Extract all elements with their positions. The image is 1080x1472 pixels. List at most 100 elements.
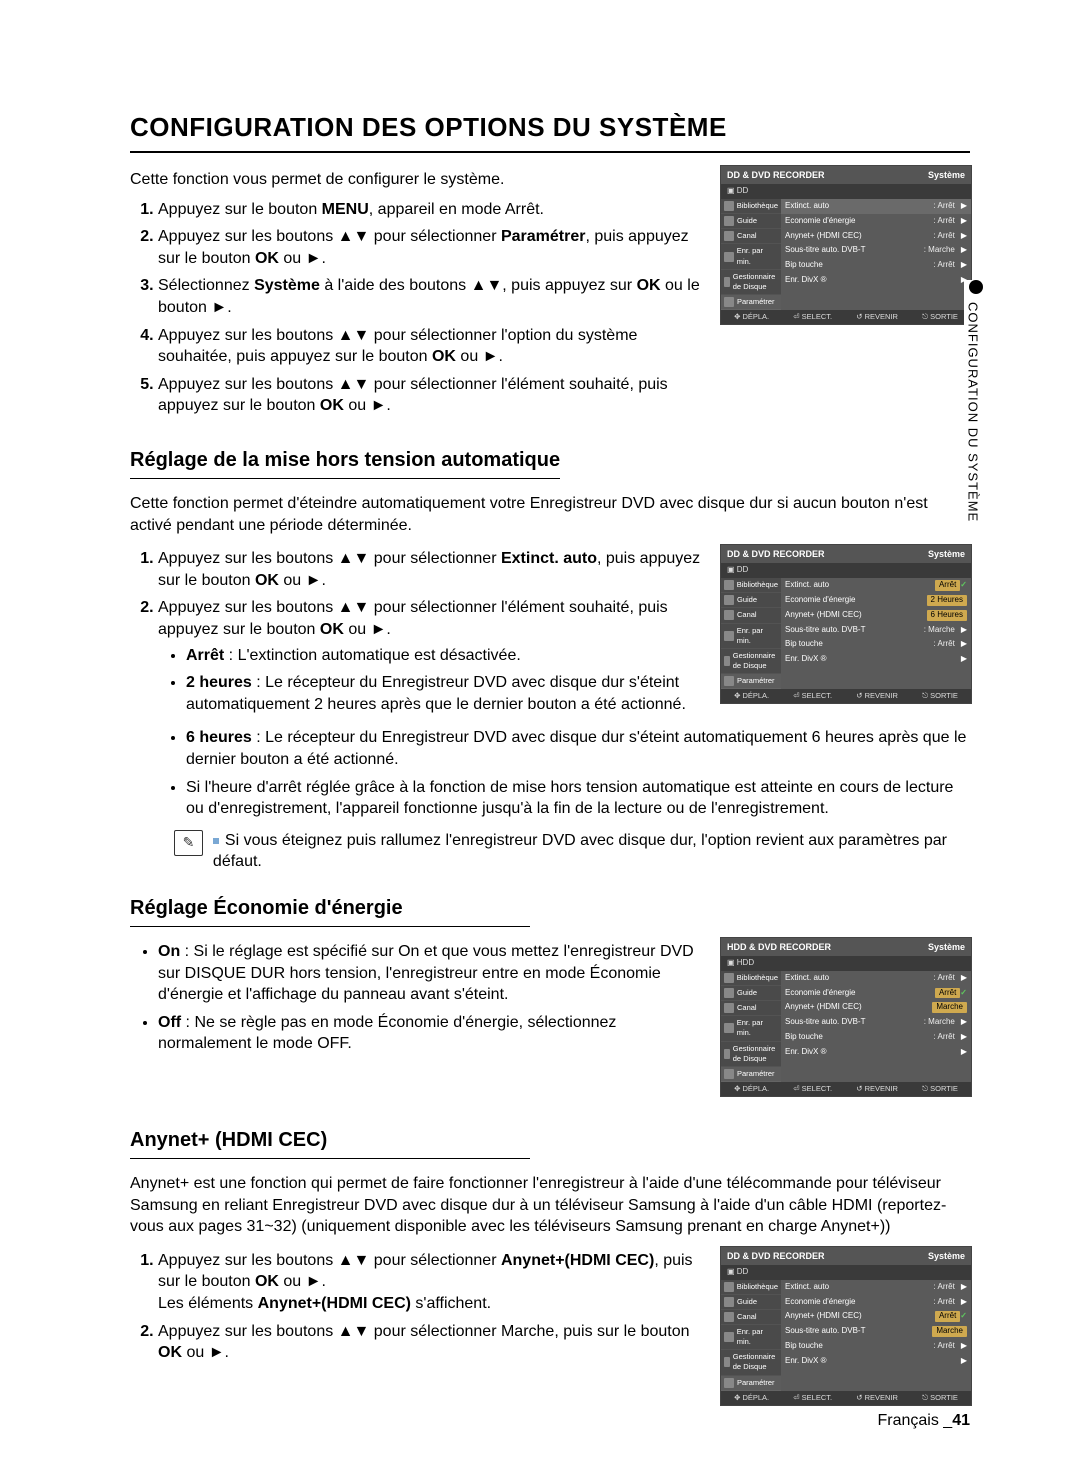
chevron-right-icon: ▶ xyxy=(961,216,967,227)
osd-menu-row: Enr. DivX ®▶ xyxy=(781,652,971,667)
osd-side-icon xyxy=(724,201,734,211)
osd-footer-hint: ✥ DÉPLA. xyxy=(734,312,769,322)
osd-side-item: Guide xyxy=(721,986,781,1001)
chevron-right-icon: ▶ xyxy=(961,1032,967,1043)
chevron-right-icon: ▶ xyxy=(961,973,967,984)
osd-side-icon xyxy=(724,610,734,620)
osd-menu-row: Bip touche: Arrêt▶ xyxy=(781,637,971,652)
step-5: Appuyez sur les boutons ▲▼ pour sélectio… xyxy=(158,374,702,417)
osd-side-icon xyxy=(724,216,734,226)
osd-storage-label: ▣ DD xyxy=(721,563,971,578)
osd-section: Système xyxy=(928,1250,965,1262)
osd-side-icon xyxy=(724,1023,734,1033)
osd-footer-hint: ⎋ SORTIE xyxy=(922,691,958,701)
osd-footer-hint: ✥ DÉPLA. xyxy=(734,1084,769,1094)
osd-footer-hint: ↺ REVENIR xyxy=(856,1084,898,1094)
osd-snapshot-2: DD & DVD RECORDERSystème▣ DDBibliothèque… xyxy=(720,544,970,712)
page-title: CONFIGURATION DES OPTIONS DU SYSTÈME xyxy=(130,110,970,153)
osd-side-item: Paramétrer xyxy=(721,674,781,689)
chevron-right-icon: ▶ xyxy=(961,201,967,212)
intro-text: Cette fonction vous permet de configurer… xyxy=(130,169,702,191)
osd-menu-row: Bip touche: Arrêt▶ xyxy=(781,258,971,273)
osd-menu-row: Enr. DivX ®▶ xyxy=(781,1354,971,1369)
osd-side-icon xyxy=(724,277,730,287)
osd-footer-hint: ⎋ SORTIE xyxy=(922,312,958,322)
osd-side-item: Enr. par min. xyxy=(721,1325,781,1350)
osd-menu-row: Anynet+ (HDMI CEC): Arrêt▶ xyxy=(781,229,971,244)
osd-side-item: Gestionnaire de Disque xyxy=(721,649,781,674)
osd-side-item: Paramétrer xyxy=(721,1376,781,1391)
side-tab: CONFIGURATION DU SYSTÈME xyxy=(964,280,988,522)
osd-side-item: Bibliothèque xyxy=(721,578,781,593)
anynet-heading: Anynet+ (HDMI CEC) xyxy=(130,1127,530,1159)
osd-panel: DD & DVD RECORDERSystème▣ DDBibliothèque… xyxy=(720,544,972,704)
osd-side-icon xyxy=(724,1069,734,1079)
osd-side-item: Gestionnaire de Disque xyxy=(721,1042,781,1067)
osd-menu-row: Anynet+ (HDMI CEC)Marche xyxy=(781,1000,971,1015)
osd-title: DD & DVD RECORDER xyxy=(727,169,825,181)
osd-footer-hint: ⏎ SELECT. xyxy=(793,1393,832,1403)
osd-title: DD & DVD RECORDER xyxy=(727,548,825,560)
osd-side-item: Enr. par min. xyxy=(721,624,781,649)
chevron-right-icon: ▶ xyxy=(961,1341,967,1352)
osd-side-icon xyxy=(724,1378,734,1388)
step-4: Appuyez sur les boutons ▲▼ pour sélectio… xyxy=(158,325,702,368)
osd-menu-row: Enr. DivX ®▶ xyxy=(781,273,971,288)
osd-side-icon xyxy=(724,595,734,605)
anynet-steps: Appuyez sur les boutons ▲▼ pour sélectio… xyxy=(130,1250,702,1364)
chevron-right-icon: ▶ xyxy=(961,231,967,242)
osd-side-icon xyxy=(724,1049,730,1059)
osd-side-icon xyxy=(724,1357,730,1367)
osd-side-item: Paramétrer xyxy=(721,295,781,310)
osd-section: Système xyxy=(928,169,965,181)
chevron-right-icon: ▶ xyxy=(961,1047,967,1058)
osd-footer-hint: ⏎ SELECT. xyxy=(793,1084,832,1094)
osd-storage-label: ▣ DD xyxy=(721,184,971,199)
osd-snapshot-3: HDD & DVD RECORDERSystème▣ HDDBibliothèq… xyxy=(720,937,970,1105)
osd-menu-row: Sous-titre auto. DVB-T: Marche▶ xyxy=(781,1015,971,1030)
osd-panel: DD & DVD RECORDERSystème▣ DDBibliothèque… xyxy=(720,165,972,325)
osd-side-icon xyxy=(724,973,734,983)
eco-heading: Réglage Économie d'énergie xyxy=(130,895,530,927)
osd-title: HDD & DVD RECORDER xyxy=(727,941,831,953)
osd-side-icon xyxy=(724,676,734,686)
osd-side-icon xyxy=(724,1297,734,1307)
osd-footer-hint: ↺ REVENIR xyxy=(856,1393,898,1403)
step-1: Appuyez sur le bouton MENU, appareil en … xyxy=(158,199,702,221)
osd-storage-label: ▣ DD xyxy=(721,1265,971,1280)
osd-footer-hint: ⎋ SORTIE xyxy=(922,1393,958,1403)
osd-side-item: Gestionnaire de Disque xyxy=(721,1350,781,1375)
osd-menu-row: Sous-titre auto. DVB-TMarche xyxy=(781,1324,971,1339)
eco-bullets: On : Si le réglage est spécifié sur On e… xyxy=(130,941,702,1055)
auto-step-2: Appuyez sur les boutons ▲▼ pour sélectio… xyxy=(158,597,702,715)
step-3: Sélectionnez Système à l'aide des bouton… xyxy=(158,275,702,318)
osd-side-icon xyxy=(724,580,734,590)
osd-panel: DD & DVD RECORDERSystème▣ DDBibliothèque… xyxy=(720,1246,972,1406)
osd-side-icon xyxy=(724,1003,734,1013)
osd-side-item: Canal xyxy=(721,1001,781,1016)
check-icon: ✓ xyxy=(960,580,967,591)
osd-menu-row: Sous-titre auto. DVB-T: Marche▶ xyxy=(781,243,971,258)
osd-menu-row: Extinct. auto: Arrêt▶ xyxy=(781,199,971,214)
osd-menu-row: Bip touche: Arrêt▶ xyxy=(781,1030,971,1045)
osd-menu-row: Economie d'énergie: Arrêt▶ xyxy=(781,1295,971,1310)
osd-footer-hint: ⎋ SORTIE xyxy=(922,1084,958,1094)
osd-menu-row: Bip touche: Arrêt▶ xyxy=(781,1339,971,1354)
osd-section: Système xyxy=(928,941,965,953)
osd-menu-row: Economie d'énergieArrêt✓ xyxy=(781,986,971,1001)
osd-side-icon xyxy=(724,988,734,998)
osd-side-icon xyxy=(724,252,734,262)
check-icon: ✓ xyxy=(960,988,967,999)
osd-footer-hint: ✥ DÉPLA. xyxy=(734,1393,769,1403)
chevron-right-icon: ▶ xyxy=(961,1017,967,1028)
chevron-right-icon: ▶ xyxy=(961,639,967,650)
auto-steps: Appuyez sur les boutons ▲▼ pour sélectio… xyxy=(130,548,702,715)
osd-side-icon xyxy=(724,297,734,307)
note-text: Si vous éteignez puis rallumez l'enregis… xyxy=(213,832,947,871)
osd-side-item: Guide xyxy=(721,593,781,608)
osd-side-icon xyxy=(724,1282,734,1292)
osd-footer-hint: ↺ REVENIR xyxy=(856,312,898,322)
osd-snapshot-1: DD & DVD RECORDERSystème▣ DDBibliothèque… xyxy=(720,165,970,333)
osd-menu-row: Anynet+ (HDMI CEC)6 Heures xyxy=(781,608,971,623)
anynet-step-1: Appuyez sur les boutons ▲▼ pour sélectio… xyxy=(158,1250,702,1315)
